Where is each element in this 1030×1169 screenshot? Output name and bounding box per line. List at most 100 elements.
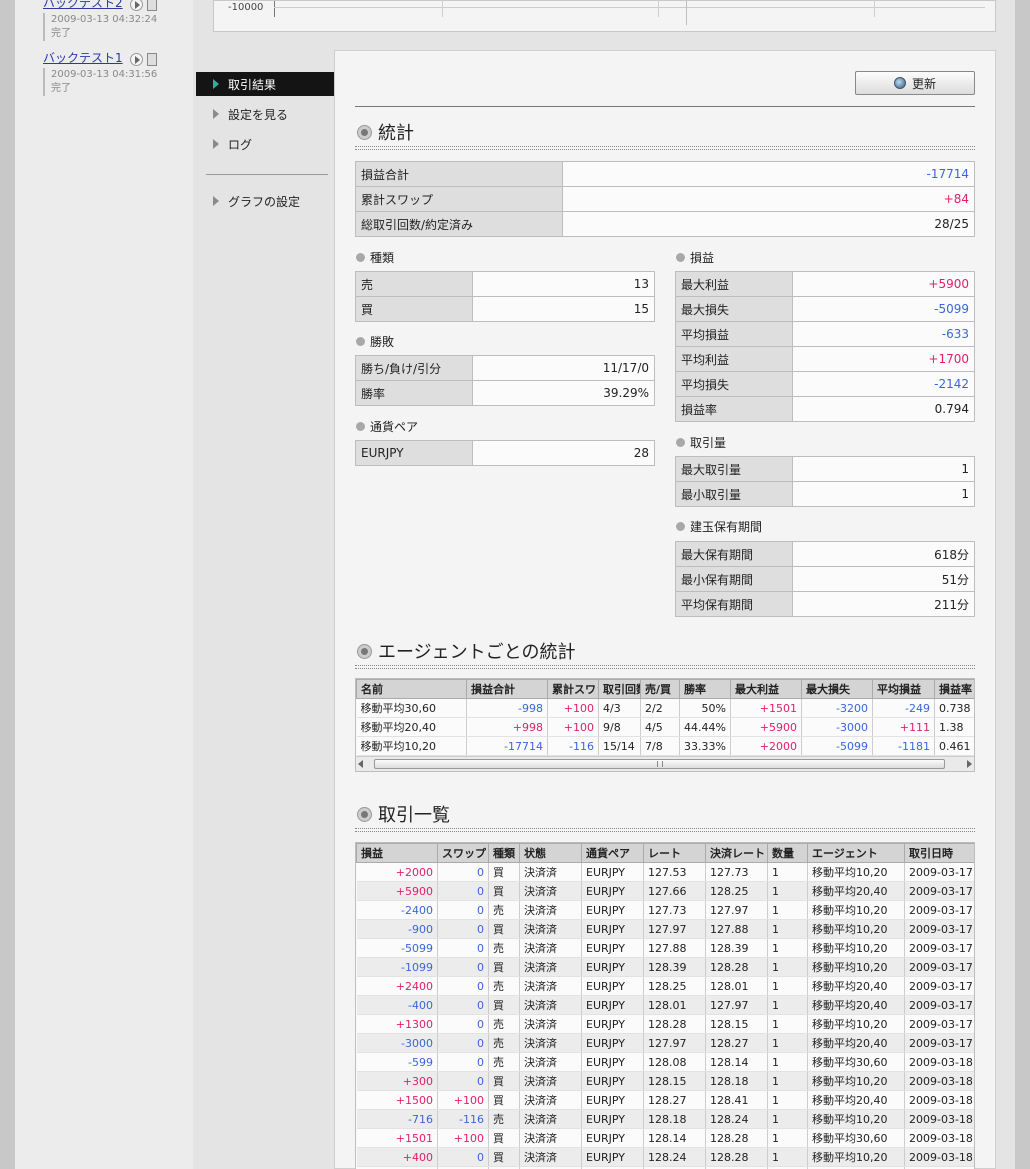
column-header[interactable]: 損益	[356, 843, 438, 863]
table-cell: 2009-03-17 2	[904, 976, 974, 996]
column-header[interactable]: 取引日時	[904, 843, 974, 863]
column-header[interactable]: 勝率	[679, 679, 731, 699]
column-header[interactable]: レート	[643, 843, 706, 863]
bullet-icon	[356, 337, 365, 346]
scroll-right-icon[interactable]	[967, 760, 972, 768]
table-cell: 0.461	[934, 736, 974, 756]
table-cell: 1	[767, 1014, 808, 1034]
stat-value: +5900	[792, 271, 975, 297]
table-row[interactable]: +5900 0 買決済済 EURJPY 127.66 128.25 1 移動平均20,40 20…	[356, 881, 974, 901]
bullet-icon	[356, 422, 365, 431]
table-cell: 128.27	[643, 1090, 706, 1110]
table-cell: 1	[767, 1109, 808, 1129]
table-cell: 移動平均30,60	[356, 698, 467, 718]
table-cell: 買	[488, 1147, 520, 1167]
table-cell: 128.41	[705, 1090, 768, 1110]
table-row[interactable]: +1500 +100 買決済済 EURJPY 128.27 128.41 1 移動平均20,4…	[356, 1090, 974, 1110]
column-header[interactable]: 最大利益	[730, 679, 802, 699]
column-header[interactable]: 通貨ペア	[581, 843, 644, 863]
table-cell: 0.738	[934, 698, 974, 718]
table-cell: 移動平均10,20	[807, 1071, 905, 1091]
table-row[interactable]: -716 -116 売決済済 EURJPY 128.18 128.24 1 移動平均10,20…	[356, 1109, 974, 1129]
horizontal-scrollbar[interactable]	[356, 756, 974, 771]
column-header[interactable]: スワップ	[437, 843, 489, 863]
table-cell: +111	[872, 717, 935, 737]
trash-icon[interactable]	[147, 52, 158, 66]
backtest-link[interactable]: バックテスト1	[43, 51, 123, 65]
table-row[interactable]: +2000 0 買決済済 EURJPY 127.53 127.73 1 移動平均10,20 20…	[356, 862, 974, 882]
backtest-link[interactable]: バックテスト2	[43, 0, 123, 10]
play-icon[interactable]	[130, 52, 144, 66]
stat-value: 15	[472, 296, 655, 322]
divider	[355, 106, 975, 107]
nav-graph-settings[interactable]: グラフの設定	[196, 189, 334, 213]
stat-value: 39.29%	[472, 380, 655, 406]
table-cell: 1	[767, 976, 808, 996]
pnl-heading: 損益	[676, 249, 714, 266]
table-cell: 1	[767, 919, 808, 939]
column-header[interactable]: 決済レート	[705, 843, 768, 863]
subsection-title-text: 勝敗	[370, 335, 395, 349]
table-row[interactable]: 移動平均30,60 -998 +100 4/3 2/2 50% +1501 -3200 -249…	[356, 698, 974, 718]
refresh-button[interactable]: 更新	[855, 71, 975, 95]
stat-label: 勝ち/負け/引分	[355, 355, 473, 381]
column-header[interactable]: 数量	[767, 843, 808, 863]
column-header[interactable]: 売/買	[640, 679, 680, 699]
table-cell: 0	[437, 862, 489, 882]
stat-value: 11/17/0	[472, 355, 655, 381]
subsection-title-text: 損益	[690, 251, 715, 265]
trades-heading: 取引一覧	[357, 801, 450, 827]
column-header[interactable]: 累計スワップ	[547, 679, 599, 699]
table-row[interactable]: -2400 0 売決済済 EURJPY 127.73 127.97 1 移動平均10,20 20…	[356, 900, 974, 920]
trash-icon[interactable]	[147, 0, 158, 11]
table-row[interactable]: +2400 0 売決済済 EURJPY 128.25 128.01 1 移動平均20,40 20…	[356, 976, 974, 996]
column-header[interactable]: 種類	[488, 843, 520, 863]
column-header[interactable]: エージェント	[807, 843, 905, 863]
dotted-divider	[355, 828, 975, 832]
table-cell: 買	[488, 957, 520, 977]
table-row[interactable]: -5099 0 売決済済 EURJPY 127.88 128.39 1 移動平均10,20 20…	[356, 938, 974, 958]
table-cell: 15/14	[598, 736, 641, 756]
table-cell: 決済済	[519, 881, 582, 901]
column-header[interactable]: 状態	[519, 843, 582, 863]
table-row[interactable]: +400 0 買決済済 EURJPY 128.24 128.28 1 移動平均10,20 200…	[356, 1147, 974, 1167]
table-row[interactable]: +1501 +100 買決済済 EURJPY 128.14 128.28 1 移動平均30,6…	[356, 1128, 974, 1148]
column-header[interactable]: 平均損益	[872, 679, 935, 699]
stat-label: 最大取引量	[675, 456, 793, 482]
table-row[interactable]: -400 0 買決済済 EURJPY 128.01 127.97 1 移動平均20,40 200…	[356, 995, 974, 1015]
refresh-label: 更新	[911, 76, 936, 91]
column-header[interactable]: 取引回数	[598, 679, 641, 699]
table-cell: 0	[437, 900, 489, 920]
table-row[interactable]: -900 0 買決済済 EURJPY 127.97 127.88 1 移動平均10,20 200…	[356, 919, 974, 939]
stat-label: 平均保有期間	[675, 591, 793, 617]
play-icon[interactable]	[130, 0, 144, 11]
scroll-thumb[interactable]	[374, 759, 945, 769]
table-cell: 127.97	[705, 995, 768, 1015]
nav-view-settings[interactable]: 設定を見る	[196, 102, 334, 126]
stat-label: 総取引回数/約定済み	[355, 211, 563, 237]
table-row[interactable]: 移動平均10,20 -17714 -116 15/14 7/8 33.33% +2000 -5…	[356, 736, 974, 756]
scroll-left-icon[interactable]	[358, 760, 363, 768]
column-header[interactable]: 名前	[356, 679, 467, 699]
table-cell: 0	[437, 919, 489, 939]
stat-label: 最大保有期間	[675, 541, 793, 567]
table-row[interactable]: -1099 0 買決済済 EURJPY 128.39 128.28 1 移動平均10,20 20…	[356, 957, 974, 977]
table-row[interactable]: +1300 0 売決済済 EURJPY 128.28 128.15 1 移動平均10,20 20…	[356, 1014, 974, 1034]
table-row[interactable]: -3000 0 売決済済 EURJPY 127.97 128.27 1 移動平均20,40 20…	[356, 1033, 974, 1053]
table-cell: 50%	[679, 698, 731, 718]
nav-trade-results[interactable]: 取引結果	[196, 72, 334, 96]
nav-log[interactable]: ログ	[196, 132, 334, 156]
table-row[interactable]: +300 0 買決済済 EURJPY 128.15 128.18 1 移動平均10,20 200…	[356, 1071, 974, 1091]
table-cell: 決済済	[519, 1147, 582, 1167]
table-row[interactable]: -599 0 売決済済 EURJPY 128.08 128.14 1 移動平均30,60 200…	[356, 1052, 974, 1072]
backtest-status: 完了	[51, 83, 71, 94]
column-header[interactable]: 最大損失	[801, 679, 873, 699]
column-header[interactable]: 損益率	[934, 679, 974, 699]
agent-stats-table: 名前損益合計累計スワップ取引回数売/買勝率最大利益最大損失平均損益損益率 移動平…	[356, 679, 974, 756]
column-header[interactable]: 損益合計	[466, 679, 548, 699]
table-cell: EURJPY	[581, 1109, 644, 1129]
table-cell: 買	[488, 1090, 520, 1110]
table-cell: 1	[767, 881, 808, 901]
backtest-list-panel: バックテスト2 2009-03-13 04:32:24 完了 バックテスト1 2…	[15, 0, 193, 1169]
table-row[interactable]: 移動平均20,40 +998 +100 9/8 4/5 44.44% +5900 -3000 +…	[356, 717, 974, 737]
